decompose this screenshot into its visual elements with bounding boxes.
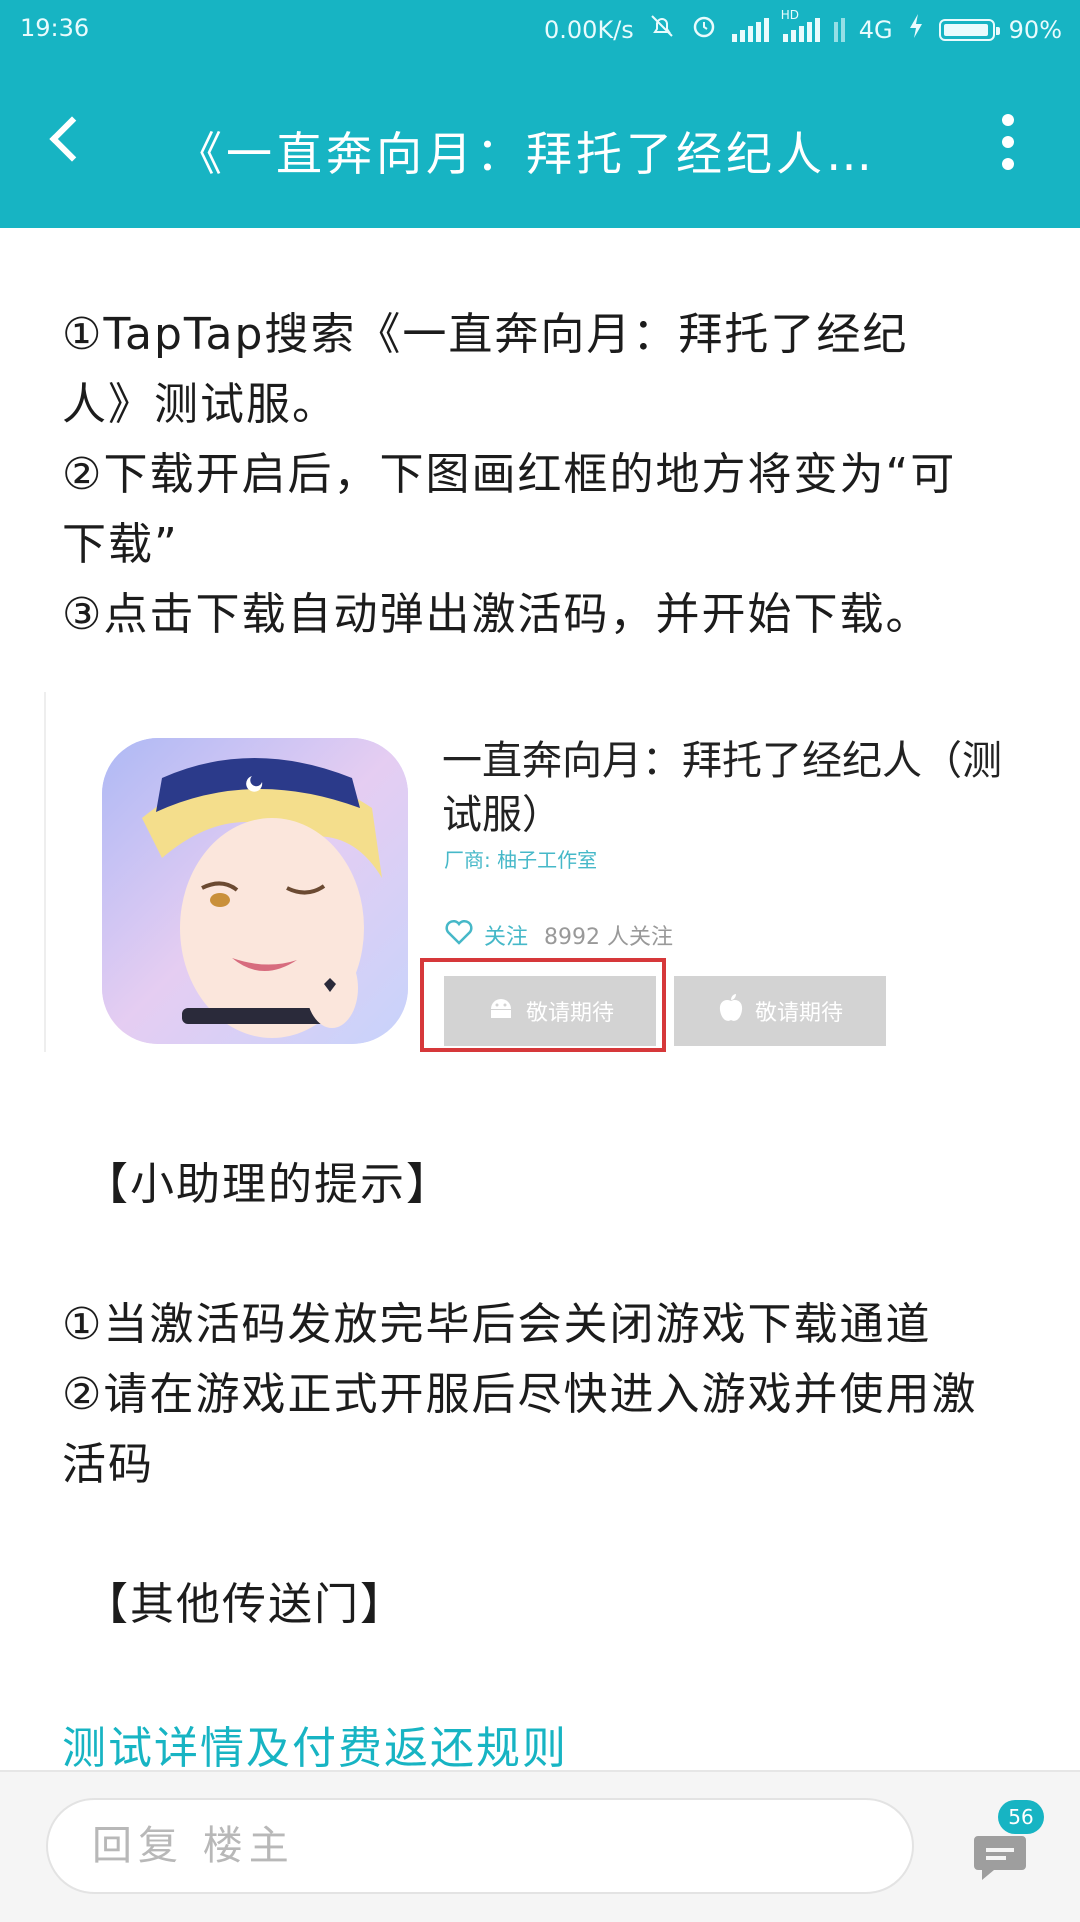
net-speed: 0.00K/s (544, 15, 634, 44)
more-dot-icon (1002, 114, 1014, 126)
intro-line: ①TapTap搜索《一直奔向月：拜托了经纪 (62, 309, 909, 360)
portal-section: 【其他传送门】 (62, 1570, 1022, 1640)
hd-signal-icon: HD (781, 8, 820, 42)
tips-title: 【小助理的提示】 (84, 1159, 452, 1210)
highlight-box (420, 958, 666, 1052)
comment-count-badge: 56 (998, 1800, 1044, 1834)
back-arrow-icon (49, 116, 95, 162)
data-arrows-icon (833, 17, 845, 42)
intro-line: ③点击下载自动弹出激活码，并开始下载。 (62, 589, 932, 640)
ios-coming-soon-button: 敬请期待 (674, 976, 886, 1046)
mute-bell-icon (648, 12, 676, 47)
card-vendor: 厂商: 柚子工作室 (444, 848, 598, 872)
tip-line: ②请在游戏正式开服后尽快进入游戏并使用激 (62, 1369, 978, 1420)
card-game-title: 一直奔向月：拜托了经纪人（测试服） (442, 738, 1002, 838)
more-dot-icon (1002, 158, 1014, 170)
intro-section: ①TapTap搜索《一直奔向月：拜托了经纪 人》测试服。 ②下载开启后，下图画红… (62, 300, 1022, 650)
bottom-reply-bar: 回复 楼主 56 (0, 1770, 1080, 1922)
ios-button-label: 敬请期待 (754, 1001, 843, 1026)
intro-line: 下载” (62, 519, 179, 570)
battery-percent: 90% (1008, 15, 1062, 44)
follow-count: 8992 人关注 (544, 925, 673, 950)
more-dot-icon (1002, 136, 1014, 148)
status-time: 19:36 (20, 14, 90, 42)
intro-paragraph: ①TapTap搜索《一直奔向月：拜托了经纪 人》测试服。 ②下载开启后，下图画红… (62, 300, 1022, 650)
status-bar: 19:36 0.00K/s HD 4G 90% (0, 0, 1080, 60)
alarm-icon (690, 12, 718, 47)
status-icons: 0.00K/s HD 4G 90% (544, 8, 1062, 47)
more-options-button[interactable] (998, 114, 1018, 170)
tips-section: ①当激活码发放完毕后会关闭游戏下载通道 ②请在游戏正式开服后尽快进入游戏并使用激… (62, 1290, 1022, 1500)
comments-button[interactable] (972, 1832, 1028, 1882)
back-button[interactable] (40, 114, 95, 164)
portal-title: 【其他传送门】 (84, 1579, 406, 1630)
tip-line: ①当激活码发放完毕后会关闭游戏下载通道 (62, 1299, 932, 1350)
reply-input[interactable]: 回复 楼主 (46, 1798, 914, 1894)
follow-label: 关注 (484, 925, 529, 950)
app-bar: 《一直奔向月：拜托了经纪人… (0, 60, 1080, 228)
network-type: 4G (858, 15, 893, 44)
tips-paragraph: ①当激活码发放完毕后会关闭游戏下载通道 ②请在游戏正式开服后尽快进入游戏并使用激… (62, 1290, 1022, 1500)
charging-icon (907, 12, 925, 47)
battery-icon (938, 18, 1000, 41)
intro-line: ②下载开启后，下图画红框的地方将变为“可 (62, 449, 957, 500)
test-details-link[interactable]: 测试详情及付费返还规则 (62, 1712, 568, 1776)
follow-row: 关注 8992 人关注 (444, 918, 673, 952)
signal-icon (731, 17, 769, 42)
game-app-icon (102, 738, 408, 1044)
heart-icon (444, 918, 474, 952)
header: 19:36 0.00K/s HD 4G 90% 《一直奔向月：拜托了经纪人… (0, 0, 1080, 228)
tips-heading-section: 【小助理的提示】 (62, 1150, 1022, 1220)
game-card-image[interactable]: 一直奔向月：拜托了经纪人（测试服） 厂商: 柚子工作室 关注 8992 人关注 … (44, 692, 1026, 1052)
page-title: 《一直奔向月：拜托了经纪人… (176, 127, 876, 181)
tip-line: 活码 (62, 1439, 154, 1490)
hd-label: HD (780, 7, 800, 22)
apple-icon (717, 992, 745, 1030)
comment-bubble-icon (972, 1836, 1028, 1886)
intro-line: 人》测试服。 (62, 379, 338, 430)
